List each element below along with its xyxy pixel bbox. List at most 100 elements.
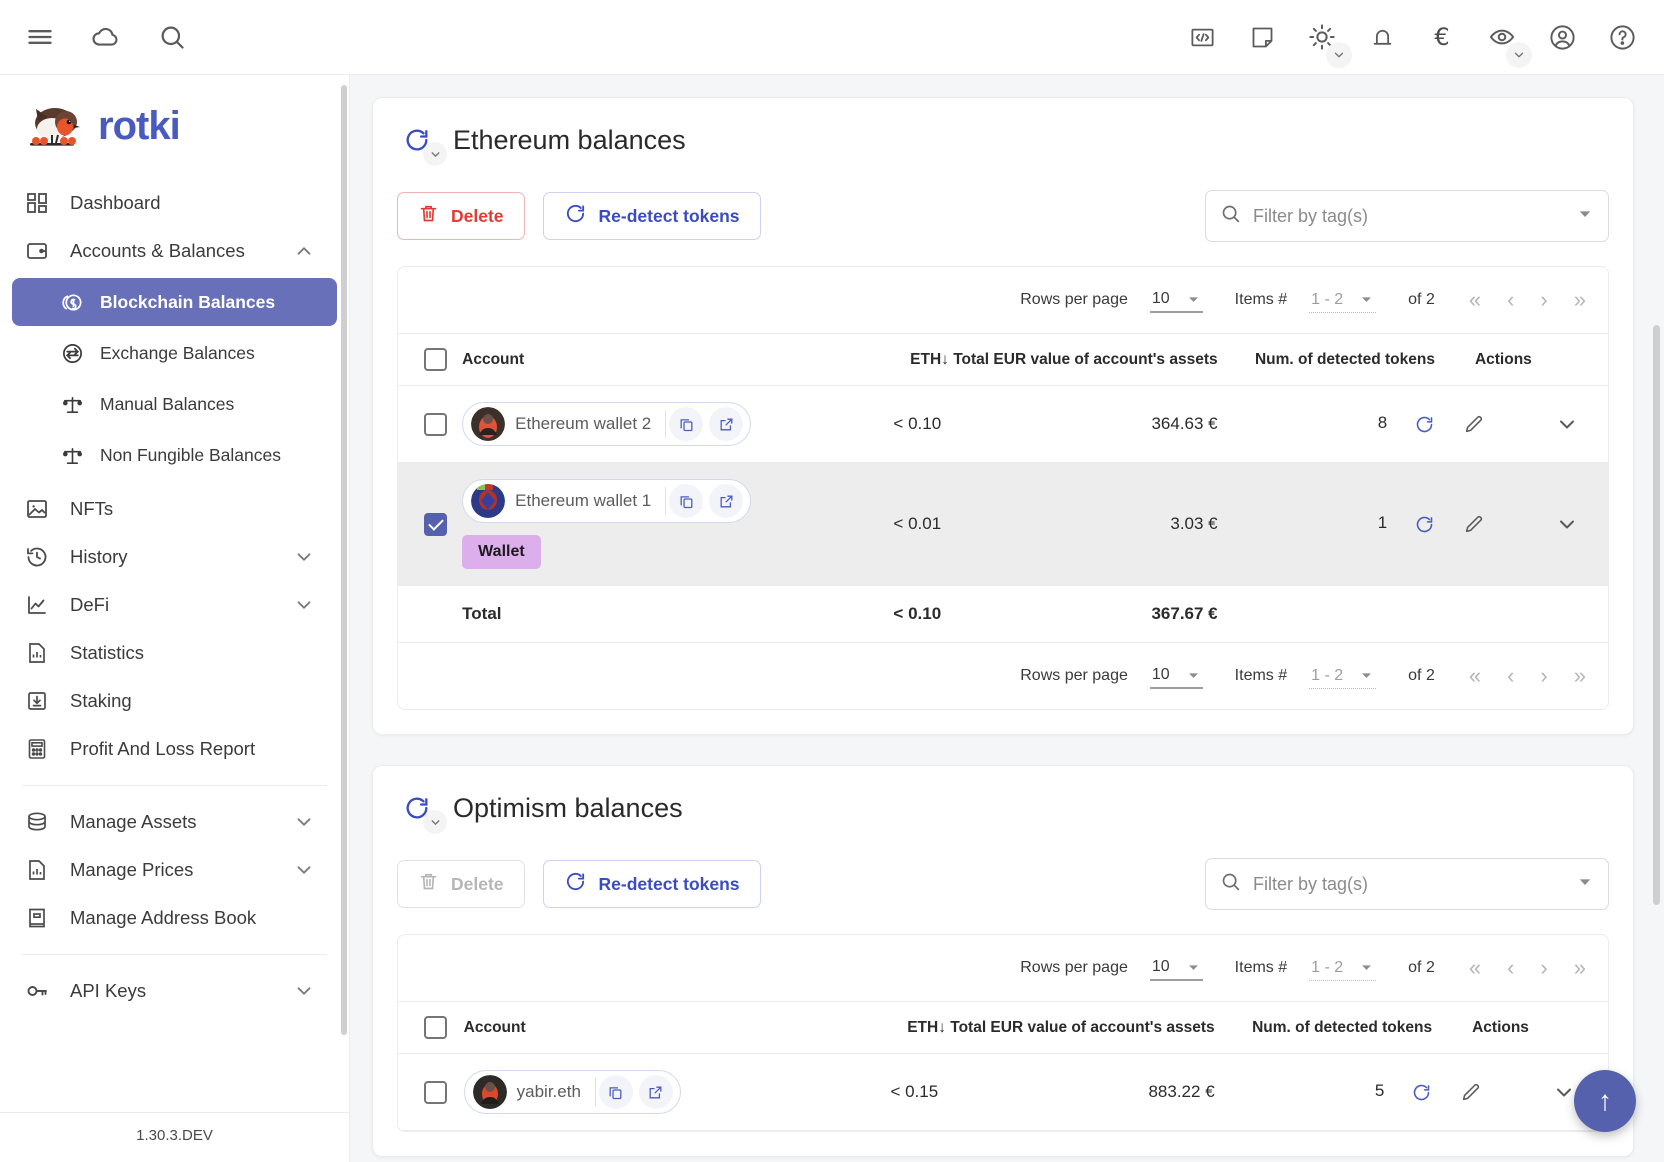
refresh-icon[interactable] <box>397 788 447 834</box>
chevron-down-icon[interactable] <box>293 546 315 568</box>
scroll-to-top-button[interactable]: ↑ <box>1574 1070 1636 1132</box>
chevron-down-icon[interactable] <box>1506 42 1532 68</box>
redetect-tokens-button[interactable]: Re-detect tokens <box>542 860 761 908</box>
last-page-button[interactable]: » <box>1574 957 1586 979</box>
delete-button[interactable]: Delete <box>397 192 525 240</box>
refresh-icon[interactable] <box>397 120 447 166</box>
note-icon[interactable] <box>1240 15 1284 59</box>
chevron-down-icon[interactable] <box>293 859 315 881</box>
sidebar-scrollbar[interactable] <box>341 85 347 1035</box>
sidebar-item-dashboard[interactable]: Dashboard <box>0 179 349 227</box>
prev-page-button[interactable]: ‹ <box>1507 289 1514 311</box>
last-page-button[interactable]: » <box>1574 665 1586 687</box>
sidebar-item-manual-balances[interactable]: Manual Balances <box>12 380 337 428</box>
expand-row-icon[interactable] <box>1555 412 1579 436</box>
euro-icon[interactable]: € <box>1420 15 1464 59</box>
column-detected-tokens[interactable]: Num. of detected tokens <box>1251 1002 1460 1054</box>
chevron-down-icon[interactable] <box>293 811 315 833</box>
row-checkbox[interactable] <box>424 1080 447 1104</box>
tag-filter-input[interactable]: Filter by tag(s) <box>1205 858 1609 910</box>
expand-row-icon[interactable] <box>1552 1080 1576 1104</box>
chevron-down-icon[interactable] <box>1576 205 1594 228</box>
rows-per-page-select[interactable]: 10 <box>1149 955 1203 981</box>
row-checkbox[interactable] <box>424 412 447 436</box>
sidebar-item-exchange-balances[interactable]: Exchange Balances <box>12 329 337 377</box>
sidebar-group-defi[interactable]: DeFi <box>0 581 349 629</box>
sidebar-group-history[interactable]: History <box>0 533 349 581</box>
chevron-down-icon[interactable] <box>293 980 315 1002</box>
sidebar-group-manage-assets[interactable]: Manage Assets <box>0 798 349 846</box>
external-link-icon[interactable] <box>709 407 744 441</box>
column-eth[interactable]: ETH <box>851 334 941 386</box>
select-all-checkbox[interactable] <box>424 1016 447 1039</box>
column-total-value[interactable]: ↓ Total EUR value of account's assets <box>938 1002 1250 1054</box>
edit-icon[interactable] <box>1463 413 1485 435</box>
first-page-button[interactable]: « <box>1469 665 1481 687</box>
rows-per-page-select[interactable]: 10 <box>1149 663 1203 689</box>
code-icon[interactable] <box>1180 15 1224 59</box>
sidebar-item-non-fungible-balances[interactable]: Non Fungible Balances <box>12 431 337 479</box>
first-page-button[interactable]: « <box>1469 289 1481 311</box>
database-icon <box>24 809 50 835</box>
chevron-down-icon[interactable] <box>293 594 315 616</box>
main-scrollbar[interactable] <box>1653 325 1660 905</box>
menu-icon[interactable] <box>18 15 62 59</box>
column-account[interactable]: Account <box>464 1002 843 1054</box>
column-account[interactable]: Account <box>462 334 851 386</box>
chevron-up-icon[interactable] <box>293 240 315 262</box>
account-icon[interactable] <box>1540 15 1584 59</box>
sidebar-item-staking[interactable]: Staking <box>0 677 349 725</box>
items-range-select[interactable]: 1 - 2 <box>1309 288 1377 313</box>
cloud-icon[interactable] <box>84 15 128 59</box>
row-checkbox[interactable] <box>424 512 447 536</box>
edit-icon[interactable] <box>1463 513 1485 535</box>
external-link-icon[interactable] <box>638 1075 673 1109</box>
sidebar-item-blockchain-balances[interactable]: Blockchain Balances <box>12 278 337 326</box>
expand-row-icon[interactable] <box>1555 512 1579 536</box>
refresh-tokens-icon[interactable] <box>1411 1082 1432 1103</box>
table-row[interactable]: yabir.eth < 0.15 883.22 € 5 <box>398 1054 1608 1131</box>
chevron-down-icon[interactable] <box>1576 873 1594 896</box>
column-detected-tokens[interactable]: Num. of detected tokens <box>1254 334 1463 386</box>
delete-button[interactable]: Delete <box>397 860 525 908</box>
eye-icon[interactable] <box>1480 15 1532 68</box>
next-page-button[interactable]: › <box>1540 665 1547 687</box>
tag-filter-input[interactable]: Filter by tag(s) <box>1205 190 1609 242</box>
bell-icon[interactable] <box>1360 15 1404 59</box>
table-row[interactable]: Ethereum wallet 1 Wallet < 0.01 3.03 € 1 <box>398 462 1608 586</box>
last-page-button[interactable]: » <box>1574 289 1586 311</box>
prev-page-button[interactable]: ‹ <box>1507 957 1514 979</box>
copy-icon[interactable] <box>669 484 704 518</box>
sun-icon[interactable] <box>1300 15 1352 68</box>
sidebar-group-manage-prices[interactable]: Manage Prices <box>0 846 349 894</box>
next-page-button[interactable]: › <box>1540 957 1547 979</box>
prev-page-button[interactable]: ‹ <box>1507 665 1514 687</box>
table-row[interactable]: Ethereum wallet 2 < 0.10 364.63 € 8 <box>398 386 1608 463</box>
items-range-select[interactable]: 1 - 2 <box>1309 664 1377 689</box>
copy-icon[interactable] <box>598 1075 633 1109</box>
help-icon[interactable] <box>1600 15 1644 59</box>
sidebar-group-accounts-balances[interactable]: Accounts & Balances <box>0 227 349 275</box>
select-all-checkbox[interactable] <box>424 348 447 371</box>
next-page-button[interactable]: › <box>1540 289 1547 311</box>
column-total-value[interactable]: ↓ Total EUR value of account's assets <box>941 334 1253 386</box>
sidebar-item-statistics[interactable]: Statistics <box>0 629 349 677</box>
first-page-button[interactable]: « <box>1469 957 1481 979</box>
redetect-tokens-button[interactable]: Re-detect tokens <box>542 192 761 240</box>
sidebar-item-profit-and-loss-report[interactable]: Profit And Loss Report <box>0 725 349 773</box>
edit-icon[interactable] <box>1460 1081 1482 1103</box>
chevron-down-icon[interactable] <box>423 810 447 834</box>
items-range-select[interactable]: 1 - 2 <box>1309 956 1377 981</box>
sidebar-group-api-keys[interactable]: API Keys <box>0 967 349 1015</box>
chevron-down-icon[interactable] <box>423 142 447 166</box>
search-icon[interactable] <box>150 15 194 59</box>
external-link-icon[interactable] <box>709 484 744 518</box>
rows-per-page-select[interactable]: 10 <box>1149 287 1203 313</box>
refresh-tokens-icon[interactable] <box>1414 514 1435 535</box>
sidebar-item-nfts[interactable]: NFTs <box>0 485 349 533</box>
refresh-tokens-icon[interactable] <box>1414 414 1435 435</box>
sidebar-item-manage-address-book[interactable]: Manage Address Book <box>0 894 349 942</box>
copy-icon[interactable] <box>669 407 704 441</box>
chevron-down-icon[interactable] <box>1326 42 1352 68</box>
column-eth[interactable]: ETH <box>842 1002 938 1054</box>
